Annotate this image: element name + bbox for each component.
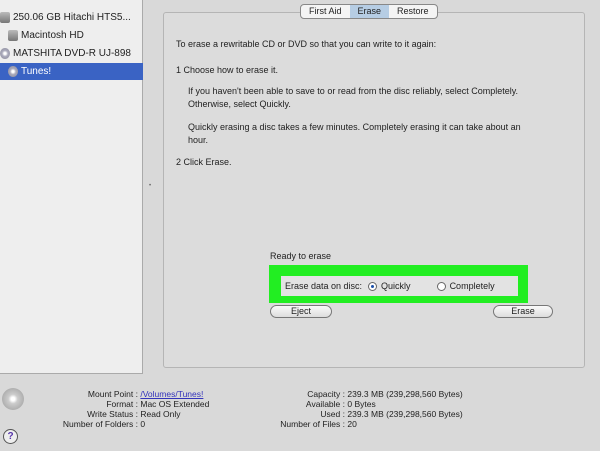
radio-quickly[interactable]: [368, 281, 378, 291]
info-right: Capacity : 239.3 MB (239,298,560 Bytes) …: [0, 389, 463, 429]
radio-quickly-label[interactable]: Quickly: [381, 281, 411, 291]
sidebar-item-hitachi[interactable]: 250.06 GB Hitachi HTS5...: [0, 9, 143, 26]
hard-drive-icon: [0, 12, 10, 23]
instruction-text: Quickly erasing a disc takes a few minut…: [188, 122, 521, 132]
sidebar-item-dvd-drive[interactable]: MATSHITA DVD-R UJ-898: [0, 45, 143, 62]
capacity-label: Capacity :: [307, 389, 345, 399]
instruction-text: hour.: [188, 135, 209, 145]
files-value: 20: [347, 419, 357, 429]
capacity-value: 239.3 MB (239,298,560 Bytes): [347, 389, 463, 399]
available-value: 0 Bytes: [347, 399, 376, 409]
erase-button[interactable]: Erase: [493, 305, 553, 318]
sidebar-item-label: 250.06 GB Hitachi HTS5...: [13, 12, 131, 23]
sidebar-item-label: Macintosh HD: [21, 30, 84, 41]
splitter-handle[interactable]: •: [149, 183, 151, 189]
step-2: 2 Click Erase.: [176, 157, 232, 167]
tab-erase[interactable]: Erase: [349, 5, 390, 18]
radio-completely[interactable]: [436, 281, 446, 291]
erase-options: Erase data on disc: Quickly Completely: [281, 276, 518, 296]
tab-bar: First Aid Erase Restore: [300, 4, 438, 19]
available-label: Available :: [305, 399, 345, 409]
tab-restore[interactable]: Restore: [389, 5, 437, 18]
sidebar-item-label: Tunes!: [21, 66, 52, 77]
volume-icon: [8, 30, 18, 41]
step-1: 1 Choose how to erase it.: [176, 65, 279, 75]
sidebar-item-tunes[interactable]: Tunes!: [0, 63, 143, 80]
tab-first-aid[interactable]: First Aid: [301, 5, 350, 18]
sidebar-device-list[interactable]: 250.06 GB Hitachi HTS5... Macintosh HD M…: [0, 0, 143, 374]
radio-completely-label[interactable]: Completely: [450, 281, 495, 291]
optical-drive-icon: [0, 48, 10, 59]
eject-button[interactable]: Eject: [270, 305, 332, 318]
erase-option-label: Erase data on disc:: [285, 281, 363, 291]
instruction-text: If you haven't been able to save to or r…: [188, 86, 519, 96]
sidebar-item-macintosh-hd[interactable]: Macintosh HD: [0, 27, 143, 44]
disc-icon: [8, 66, 18, 77]
intro-text: To erase a rewritable CD or DVD so that …: [176, 39, 437, 49]
status-text: Ready to erase: [270, 251, 332, 261]
help-button[interactable]: ?: [3, 429, 18, 444]
files-label: Number of Files :: [280, 419, 345, 429]
used-label: Used :: [320, 409, 345, 419]
used-value: 239.3 MB (239,298,560 Bytes): [347, 409, 463, 419]
instruction-text: Otherwise, select Quickly.: [188, 99, 291, 109]
sidebar-item-label: MATSHITA DVD-R UJ-898: [13, 48, 131, 59]
